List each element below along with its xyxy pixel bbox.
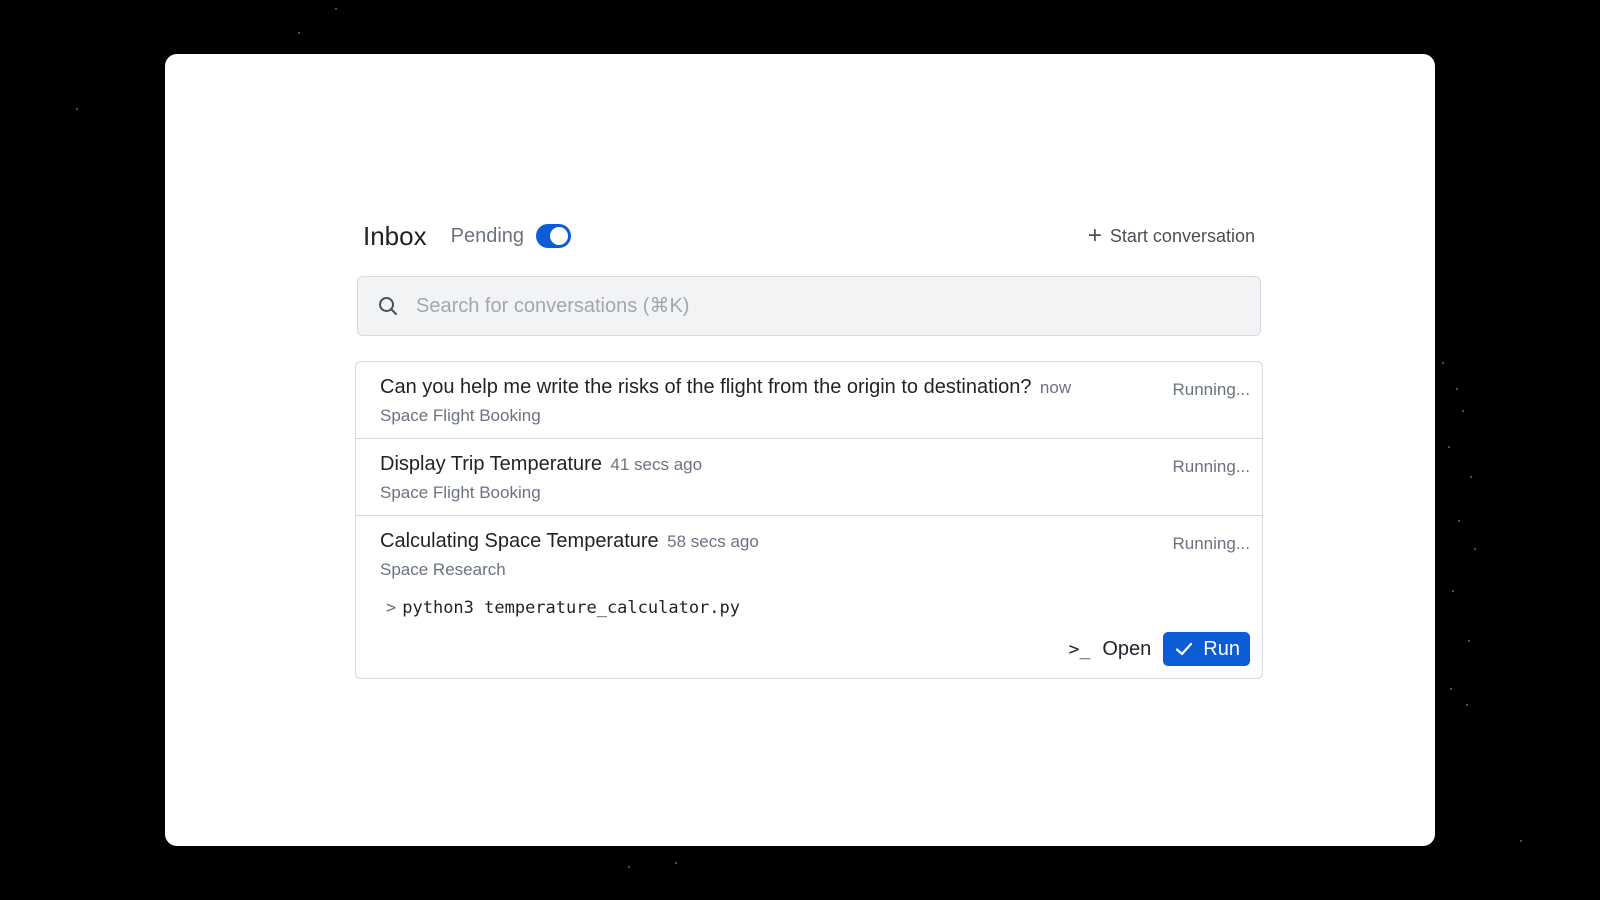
search-bar[interactable] — [357, 276, 1261, 336]
conversation-item[interactable]: Calculating Space Temperature 58 secs ag… — [356, 516, 1262, 678]
open-button[interactable]: >_ Open — [1069, 638, 1152, 661]
run-button[interactable]: Run — [1163, 632, 1250, 666]
page-title: Inbox — [363, 220, 427, 251]
check-icon — [1175, 640, 1193, 658]
conversation-time: 58 secs ago — [667, 532, 759, 551]
inbox-window: Inbox Pending + Start conversation Searc… — [165, 54, 1435, 846]
inbox-content: Inbox Pending + Start conversation Searc… — [355, 214, 1263, 679]
start-conversation-button[interactable]: + Start conversation — [1088, 214, 1255, 258]
conversation-project: Space Research — [380, 560, 506, 579]
command-text: python3 temperature_calculator.py — [402, 598, 741, 618]
terminal-icon: >_ — [1068, 638, 1091, 660]
start-conversation-label: Start conversation — [1109, 225, 1255, 246]
conversation-item[interactable]: Can you help me write the risks of the f… — [356, 362, 1262, 439]
conversation-title: Can you help me write the risks of the f… — [380, 376, 1032, 398]
conversation-time: now — [1039, 378, 1072, 397]
conversation-time: 41 secs ago — [610, 455, 703, 474]
command-prompt: > — [386, 598, 397, 618]
conversation-status: Running... — [1172, 534, 1251, 553]
conversation-list: Can you help me write the risks of the f… — [355, 361, 1263, 679]
conversation-project: Space Flight Booking — [380, 483, 541, 502]
search-input[interactable] — [416, 294, 1236, 318]
command-actions: >_ Open Run — [380, 632, 1250, 666]
toggle-knob — [550, 227, 569, 245]
search-icon — [378, 296, 398, 316]
pending-toggle[interactable] — [536, 224, 572, 248]
conversation-project: Space Flight Booking — [380, 406, 541, 425]
run-label: Run — [1203, 637, 1240, 660]
open-label: Open — [1102, 637, 1152, 660]
inbox-header: Inbox Pending + Start conversation — [355, 214, 1261, 258]
conversation-item[interactable]: Display Trip Temperature 41 secs ago Spa… — [356, 439, 1262, 516]
conversation-title: Calculating Space Temperature — [380, 530, 659, 552]
plus-icon: + — [1087, 222, 1102, 249]
conversation-status: Running... — [1172, 457, 1251, 476]
pending-label: Pending — [450, 224, 525, 247]
command-line: > python3 temperature_calculator.py — [380, 598, 1238, 618]
conversation-title: Display Trip Temperature — [380, 453, 602, 475]
conversation-status: Running... — [1172, 380, 1251, 399]
